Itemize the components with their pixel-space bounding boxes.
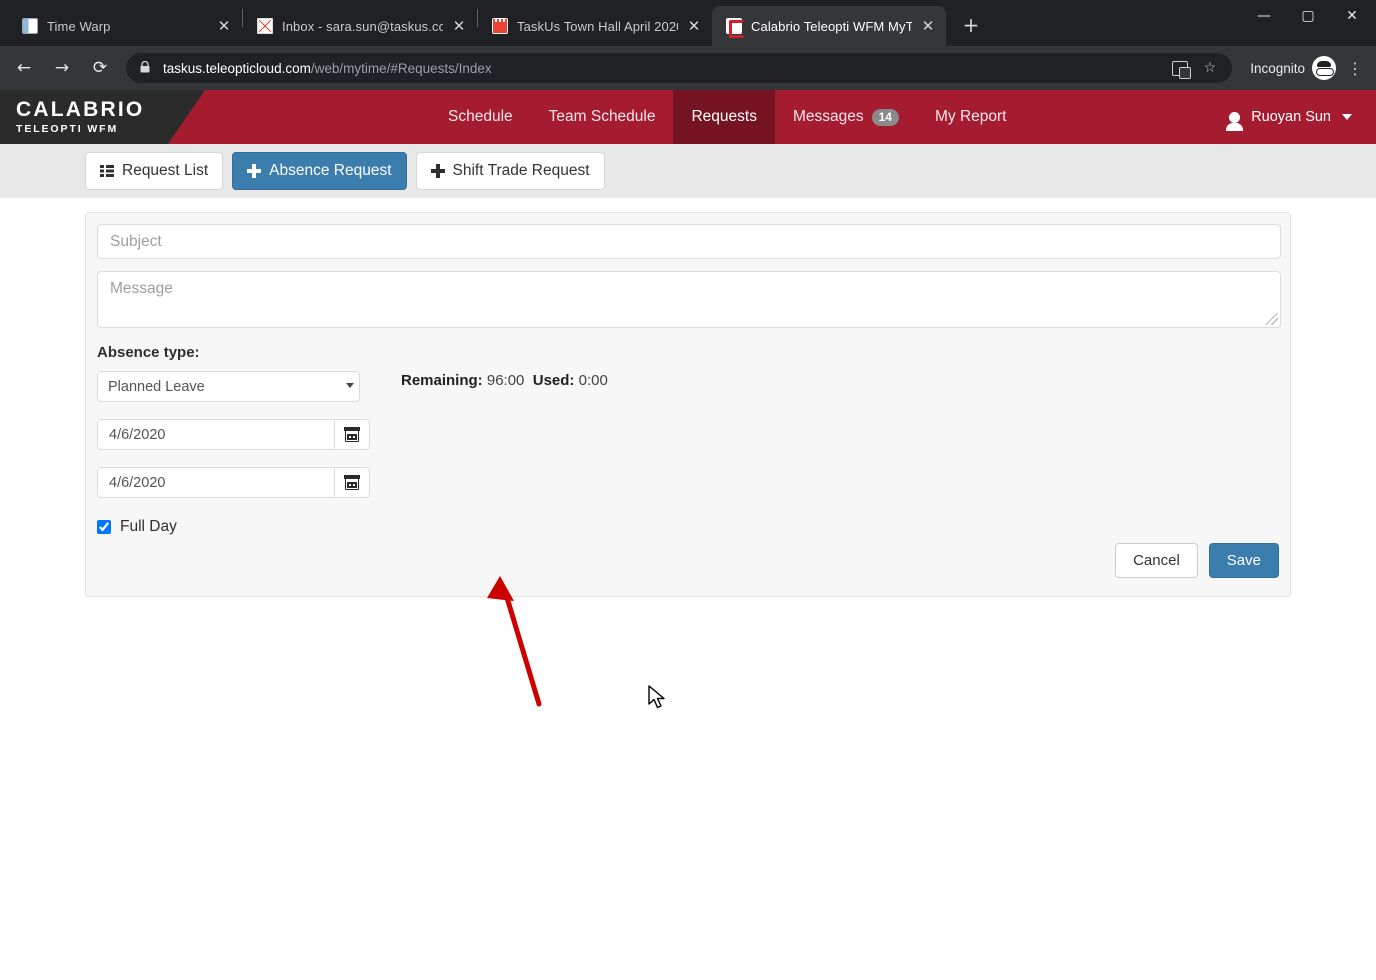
list-icon [100,165,114,177]
absence-balance: Remaining: 96:00 Used: 0:00 [401,372,608,389]
used-value: 0:00 [578,372,608,389]
forward-icon[interactable]: → [46,52,78,84]
address-bar[interactable]: taskus.teleopticloud.com/web/mytime/#Req… [126,53,1233,83]
app-header: CALABRIO TELEOPTI WFM Schedule Team Sche… [0,90,1376,144]
back-icon[interactable]: ← [8,52,40,84]
tab-strip: Time Warp ✕ Inbox - sara.sun@taskus.com … [0,0,1376,46]
full-day-label[interactable]: Full Day [120,518,177,536]
used-label: Used: [532,372,575,389]
user-avatar-icon [1226,111,1244,131]
calabrio-icon [726,18,745,38]
calabrio-logo[interactable]: CALABRIO TELEOPTI WFM [0,90,205,144]
nav-item-my-report[interactable]: My Report [917,90,1025,144]
plus-icon [430,164,445,178]
nav-item-messages[interactable]: Messages 14 [775,90,917,144]
calendar-icon [344,426,360,442]
tab-title: Inbox - sara.sun@taskus.com - T [282,18,443,34]
reload-icon[interactable]: ⟳ [84,52,116,84]
new-tab-button[interactable]: + [956,11,986,41]
tab-close-icon[interactable]: ✕ [214,16,234,36]
user-menu[interactable]: Ruoyan Sun [1226,90,1352,144]
tab-close-icon[interactable]: ✕ [449,16,469,36]
tab-close-icon[interactable]: ✕ [918,16,938,36]
calendar-icon [344,474,360,490]
browser-tab-calabrio[interactable]: Calabrio Teleopti WFM MyTime ✕ [712,6,946,46]
window-close-button[interactable]: ✕ [1330,0,1374,32]
lock-icon [138,60,152,76]
absence-type-label: Absence type: [97,344,200,361]
address-path: /web/mytime/#Requests/Index [310,60,492,76]
browser-tab-town-hall[interactable]: TaskUs Town Hall April 2020.mp4 ✕ [478,6,712,46]
incognito-label: Incognito [1250,60,1305,76]
tab-close-icon[interactable]: ✕ [684,16,704,36]
start-date-input[interactable] [97,419,334,450]
request-subnav: Request List Absence Request Shift Trade… [0,144,1376,198]
calendar-icon [492,18,508,34]
nav-item-label: Messages [792,108,864,125]
textarea-resize-handle[interactable] [1266,313,1278,325]
absence-type-select[interactable]: Planned Leave [97,371,360,402]
remaining-value: 96:00 [486,372,525,389]
start-date-row [97,419,370,450]
subnav-button-label: Absence Request [269,162,392,179]
end-date-calendar-button[interactable] [334,467,370,498]
translate-icon[interactable] [1171,60,1191,79]
message-input[interactable] [97,271,1281,328]
incognito-indicator[interactable]: Incognito [1250,56,1336,80]
end-date-input[interactable] [97,467,334,498]
document-icon [22,18,38,34]
window-controls: — ▢ ✕ [1242,0,1376,46]
remaining-label: Remaining: [401,372,483,389]
mouse-cursor [648,685,665,709]
absence-request-form: Absence type: Planned Leave Remaining: 9… [85,212,1291,597]
full-day-checkbox[interactable] [97,520,111,534]
nav-item-schedule[interactable]: Schedule [430,90,531,144]
subnav-button-label: Request List [122,162,209,179]
save-button[interactable]: Save [1208,543,1279,578]
browser-tab-time-warp[interactable]: Time Warp ✕ [8,6,242,46]
nav-item-requests[interactable]: Requests [673,90,775,144]
nav-item-team-schedule[interactable]: Team Schedule [531,90,674,144]
logo-secondary-text: TELEOPTI WFM [16,123,119,136]
form-actions: Cancel Save [1115,543,1279,578]
end-date-row [97,467,370,498]
address-bar-url: taskus.teleopticloud.com/web/mytime/#Req… [163,61,492,76]
subnav-button-label: Shift Trade Request [452,162,590,179]
window-maximize-button[interactable]: ▢ [1286,0,1330,32]
cancel-button[interactable]: Cancel [1115,543,1198,578]
chevron-down-icon [1342,114,1352,120]
tab-title: Time Warp [47,18,111,34]
browser-tab-inbox[interactable]: Inbox - sara.sun@taskus.com - T ✕ [243,6,477,46]
plus-icon [247,164,262,178]
full-day-row: Full Day [97,518,177,536]
messages-badge: 14 [871,108,899,126]
logo-primary-text: CALABRIO [16,97,145,121]
tab-title: Calabrio Teleopti WFM MyTime [751,18,912,34]
window-minimize-button[interactable]: — [1242,0,1286,32]
page-content: Absence type: Planned Leave Remaining: 9… [0,198,1376,980]
incognito-avatar-icon [1312,56,1336,80]
omnibox-icons: ☆ [1171,60,1221,79]
user-name: Ruoyan Sun [1251,109,1331,125]
start-date-calendar-button[interactable] [334,419,370,450]
browser-menu-icon[interactable]: ⋮ [1342,59,1368,78]
browser-chrome: Time Warp ✕ Inbox - sara.sun@taskus.com … [0,0,1376,90]
browser-toolbar: ← → ⟳ taskus.teleopticloud.com/web/mytim… [0,46,1376,90]
bookmark-star-icon[interactable]: ☆ [1204,60,1217,76]
tab-title: TaskUs Town Hall April 2020.mp4 [517,18,678,34]
subject-input[interactable] [97,224,1281,259]
address-domain: taskus.teleopticloud.com [163,60,311,76]
gmail-icon [257,18,273,34]
subnav-absence-request-button[interactable]: Absence Request [232,152,407,190]
main-nav: Schedule Team Schedule Requests Messages… [430,90,1024,144]
subnav-request-list-button[interactable]: Request List [85,152,224,190]
subnav-shift-trade-request-button[interactable]: Shift Trade Request [415,152,605,190]
